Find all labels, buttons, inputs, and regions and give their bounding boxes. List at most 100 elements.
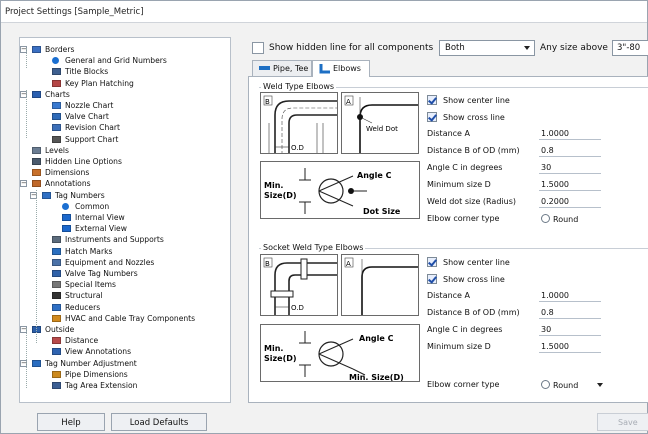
tree-item-label: Levels <box>45 145 70 155</box>
socket-min-label: Min. <box>264 344 283 353</box>
weld-elbows-title: Weld Type Elbows <box>261 82 337 91</box>
tree-item-label: Common <box>75 201 110 211</box>
weld-show-cross-line-checkbox[interactable] <box>427 112 437 122</box>
show-hidden-checkbox[interactable] <box>252 42 264 54</box>
tree-item-label: Distance <box>65 336 99 346</box>
instrument-icon <box>52 236 61 244</box>
socket-field-label: Distance A <box>427 291 470 300</box>
weld-field-input[interactable]: 1.5000 <box>539 179 601 191</box>
support-chart-icon <box>52 135 61 143</box>
tree-item-label: Dimensions <box>45 168 90 178</box>
tree-item-label: Internal View <box>75 213 125 222</box>
weld-field-input[interactable]: 1.0000 <box>539 128 601 140</box>
distance-icon <box>52 337 61 345</box>
tree-item-label: Support Chart <box>65 134 119 144</box>
socket-field-input[interactable]: 0.8 <box>539 307 601 319</box>
help-button[interactable]: Help <box>37 413 105 431</box>
tree-item-label: Reducers <box>65 302 101 312</box>
socket-b-label: B <box>265 260 270 268</box>
tree-item-label: Instruments and Supports <box>65 235 164 245</box>
weld-angle-c-label: Angle C <box>357 171 392 180</box>
tree-item-label: Outside <box>45 325 75 334</box>
socket-elbows-title: Socket Weld Type Elbows <box>261 243 366 252</box>
valve-chart-icon <box>52 113 61 121</box>
tab-elbows[interactable]: Elbows <box>312 60 370 77</box>
socket-field-label: Distance B of OD (mm) <box>427 308 520 317</box>
weld-dot-label: Weld Dot <box>366 125 398 133</box>
weld-field-label: Weld dot size (Radius) <box>427 197 516 206</box>
weld-show-center-line-checkbox[interactable] <box>427 95 437 105</box>
border-icon <box>32 46 41 53</box>
socket-corner-radio[interactable] <box>541 380 550 389</box>
socket-field-input[interactable]: 30 <box>539 324 601 336</box>
socket-field-label: Minimum size D <box>427 342 491 351</box>
show-hidden-label: Show hidden line for all components <box>269 43 434 53</box>
special-items-icon <box>52 281 61 289</box>
elbow-icon <box>319 64 330 74</box>
pipe-icon <box>259 66 270 70</box>
weld-min-label: Min. <box>264 181 283 190</box>
tree-connector-line <box>36 190 37 343</box>
settings-tree[interactable]: − Borders General and Grid Numbers Title Bl… <box>19 37 231 403</box>
equipment-icon <box>52 258 61 266</box>
tab-pipe-tee[interactable]: Pipe, Tee <box>252 60 312 76</box>
socket-min-size-label: Min. Size(D) <box>349 373 404 382</box>
tree-connector-line <box>26 90 27 138</box>
tree-item-label: Nozzle Chart <box>65 101 114 110</box>
tab-pipe-tee-label: Pipe, Tee <box>273 64 309 73</box>
hvac-icon <box>52 314 61 322</box>
weld-corner-radio[interactable] <box>541 214 550 223</box>
valve-tag-icon <box>52 270 61 277</box>
weld-show-center-line-label: Show center line <box>443 96 510 105</box>
tree-item-label: Tag Area Extension <box>65 381 138 390</box>
tree-item-label: View Annotations <box>65 347 132 357</box>
tree-item-label: Equipment and Nozzles <box>65 257 155 267</box>
annotations-icon <box>32 180 41 188</box>
dimension-icon <box>32 169 41 177</box>
load-defaults-button[interactable]: Load Defaults <box>111 413 207 431</box>
socket-field-input[interactable]: 1.0000 <box>539 290 601 302</box>
tree-item-label: General and Grid Numbers <box>65 56 167 66</box>
blue-dot-icon <box>62 202 69 210</box>
tree-item-label: Valve Chart <box>65 112 109 122</box>
tree-item-label: Tag Numbers <box>55 190 105 200</box>
tree-item-label: External View <box>75 224 127 234</box>
weld-dot-size-label: Dot Size <box>363 207 401 216</box>
weld-field-label: Minimum size D <box>427 180 491 189</box>
socket-elbow-diagram-a: A <box>341 254 419 316</box>
tree-item-label: Title Blocks <box>65 67 109 77</box>
chevron-down-icon[interactable] <box>597 383 603 387</box>
socket-a-label: A <box>346 260 351 268</box>
reducer-icon <box>52 303 61 311</box>
weld-field-input[interactable]: 30 <box>539 162 601 174</box>
socket-show-cross-line-checkbox[interactable] <box>427 274 437 284</box>
weld-field-input[interactable]: 0.8 <box>539 145 601 157</box>
any-size-input[interactable]: 3"-80 <box>612 40 648 56</box>
tab-elbows-label: Elbows <box>333 64 361 73</box>
charts-icon <box>32 90 41 98</box>
weld-field-input[interactable]: 0.2000 <box>539 196 601 208</box>
weld-field-label: Angle C in degrees <box>427 163 503 172</box>
tree-item-label: Charts <box>45 89 70 99</box>
weld-angle-diagram: Min. Size(D) Angle C Dot Size <box>260 161 420 219</box>
socket-field-input[interactable]: 1.5000 <box>539 341 601 353</box>
view-annotations-icon <box>52 348 61 356</box>
blue-rect-icon <box>62 225 71 233</box>
socket-corner-value: Round <box>553 381 579 390</box>
tree-item-label: Tag Number Adjustment <box>45 358 137 368</box>
socket-show-cross-line-label: Show cross line <box>443 275 505 284</box>
tree-collapse-icon[interactable]: − <box>20 180 27 188</box>
tree-connector-line <box>26 328 27 388</box>
socket-elbows-group: Socket Weld Type Elbows <box>259 243 648 252</box>
weld-elbow-diagram-b: B O.D <box>260 92 338 154</box>
tree-item-label: Hidden Line Options <box>45 157 122 166</box>
weld-sized-label: Size(D) <box>264 191 297 200</box>
project-settings-window: Project Settings [Sample_Metric] − Border… <box>0 0 648 434</box>
socket-show-center-line-checkbox[interactable] <box>427 257 437 267</box>
pipe-dim-icon <box>52 370 61 378</box>
tree-item-label: Key Plan Hatching <box>65 78 134 88</box>
save-button[interactable]: Save <box>597 413 648 431</box>
socket-od-label: O.D <box>291 304 304 312</box>
revision-chart-icon <box>52 124 61 132</box>
hidden-line-mode-dropdown[interactable]: Both <box>439 40 535 56</box>
